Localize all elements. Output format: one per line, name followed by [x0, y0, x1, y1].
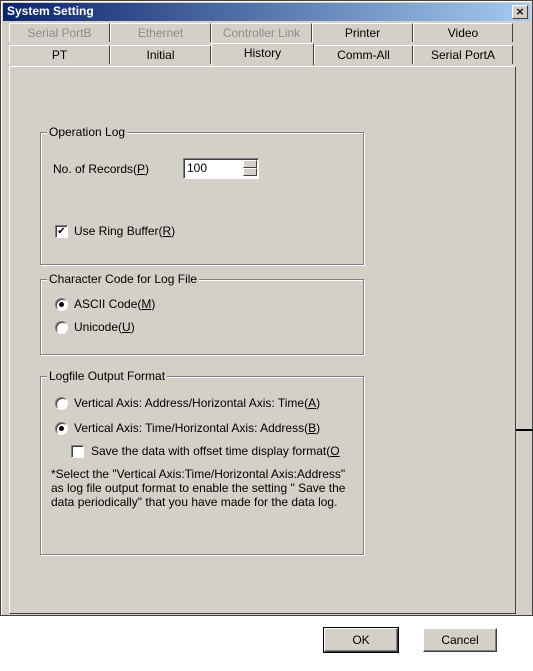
close-icon[interactable]: ×	[512, 5, 528, 19]
ascii-radio[interactable]	[55, 298, 68, 311]
format-note: *Select the "Vertical Axis:Time/Horizont…	[51, 467, 346, 509]
system-setting-dialog: System Setting × Serial PortB Ethernet C…	[0, 0, 533, 616]
logfile-format-group: Logfile Output Format Vertical Axis: Add…	[40, 369, 364, 555]
ok-button[interactable]: OK	[323, 627, 399, 653]
tab-history[interactable]: History	[211, 43, 314, 65]
spin-up-icon[interactable]	[243, 160, 257, 168]
title-bar: System Setting ×	[3, 3, 530, 21]
offset-time-checkbox[interactable]	[71, 445, 84, 458]
history-tab-panel: Operation Log No. of Records(P) 100 ✔ Us…	[9, 66, 516, 614]
vertical-time-label: Vertical Axis: Time/Horizontal Axis: Add…	[74, 421, 321, 435]
window-title: System Setting	[7, 4, 94, 18]
ring-buffer-label: Use Ring Buffer(R)	[74, 224, 176, 238]
tab-pt[interactable]: PT	[9, 45, 110, 64]
radio-dot-icon	[59, 302, 64, 307]
records-label: No. of Records(P)	[53, 162, 150, 176]
tab-serial-porta[interactable]: Serial PortA	[413, 45, 513, 64]
operation-log-legend: Operation Log	[47, 125, 128, 139]
spin-down-icon[interactable]	[243, 168, 257, 176]
tab-comm-all[interactable]: Comm-All	[314, 45, 413, 64]
vertical-address-radio[interactable]	[55, 397, 68, 410]
records-value[interactable]: 100	[187, 161, 207, 175]
vertical-address-label: Vertical Axis: Address/Horizontal Axis: …	[74, 396, 321, 410]
operation-log-group: Operation Log No. of Records(P) 100 ✔ Us…	[40, 125, 364, 265]
tab-ethernet[interactable]: Ethernet	[110, 23, 211, 42]
cancel-button[interactable]: Cancel	[423, 628, 497, 652]
unicode-radio[interactable]	[55, 321, 68, 334]
radio-dot-icon	[59, 426, 64, 431]
tab-initial[interactable]: Initial	[110, 45, 211, 64]
character-code-group: Character Code for Log File ASCII Code(M…	[40, 272, 364, 355]
records-stepper[interactable]: 100	[183, 158, 259, 179]
vertical-time-radio[interactable]	[55, 422, 68, 435]
tab-video[interactable]: Video	[413, 23, 513, 42]
offset-time-label: Save the data with offset time display f…	[91, 444, 340, 458]
logfile-format-legend: Logfile Output Format	[47, 369, 168, 383]
tab-printer[interactable]: Printer	[312, 23, 413, 42]
tab-controller-link[interactable]: Controller Link	[211, 23, 312, 42]
character-code-legend: Character Code for Log File	[47, 272, 200, 286]
tab-serial-portb[interactable]: Serial PortB	[9, 23, 110, 42]
ring-buffer-checkbox[interactable]: ✔	[55, 225, 68, 238]
ascii-label: ASCII Code(M)	[74, 297, 156, 311]
unicode-label: Unicode(U)	[74, 320, 135, 334]
